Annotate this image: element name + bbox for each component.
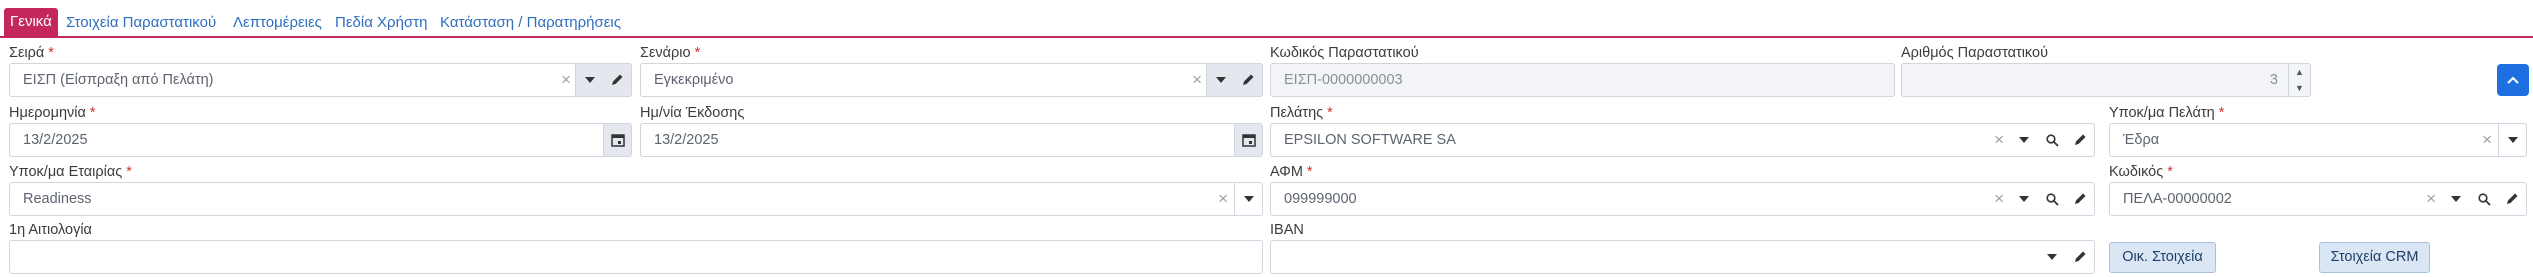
edit-pencil-icon[interactable]	[1234, 64, 1262, 96]
collapse-button[interactable]	[2497, 64, 2529, 96]
dropdown-icon[interactable]	[1206, 64, 1234, 96]
chevron-up-icon	[2507, 76, 2519, 84]
issue-date-label: Ημ/νία Έκδοσης	[640, 105, 745, 121]
scenario-field[interactable]: Εγκεκριμένο ×	[640, 63, 1263, 97]
company-branch-label: Υποκ/μα Εταιρίας *	[9, 164, 132, 180]
tab-document-details[interactable]: Στοιχεία Παραστατικού	[66, 10, 216, 36]
dropdown-icon[interactable]	[2038, 241, 2066, 273]
customer-branch-label: Υποκ/μα Πελάτη *	[2109, 105, 2225, 121]
customer-value: EPSILON SOFTWARE SA	[1284, 132, 1456, 148]
clear-icon[interactable]: ×	[1994, 183, 2004, 215]
edit-pencil-icon[interactable]	[2066, 183, 2094, 215]
vat-label: ΑΦΜ *	[1270, 164, 1313, 180]
financial-details-button[interactable]: Οικ. Στοιχεία	[2109, 242, 2216, 273]
code-field[interactable]: ΠΕΛΑ-00000002 ×	[2109, 182, 2527, 216]
edit-pencil-icon[interactable]	[2498, 183, 2526, 215]
customer-label: Πελάτης *	[1270, 105, 1333, 121]
dropdown-icon[interactable]	[2010, 124, 2038, 156]
calendar-icon[interactable]	[1234, 124, 1262, 156]
customer-branch-value: Έδρα	[2123, 132, 2160, 148]
dropdown-icon[interactable]	[575, 64, 603, 96]
dropdown-icon[interactable]	[2498, 124, 2526, 156]
edit-pencil-icon[interactable]	[2066, 124, 2094, 156]
reason-field[interactable]	[9, 240, 1263, 274]
code-label: Κωδικός *	[2109, 164, 2173, 180]
reason-label: 1η Αιτιολογία	[9, 222, 92, 238]
date-value: 13/2/2025	[23, 132, 88, 148]
search-icon[interactable]	[2038, 183, 2066, 215]
iban-label: IBAN	[1270, 222, 1304, 238]
doc-code-field: ΕΙΣΠ-0000000003	[1270, 63, 1895, 97]
company-branch-value: Readiness	[23, 191, 92, 207]
issue-date-value: 13/2/2025	[654, 132, 719, 148]
search-icon[interactable]	[2038, 124, 2066, 156]
date-label: Ημερομηνία *	[9, 105, 96, 121]
doc-code-label: Κωδικός Παραστατικού	[1270, 45, 1419, 61]
calendar-icon[interactable]	[603, 124, 631, 156]
iban-field[interactable]	[1270, 240, 2095, 274]
clear-icon[interactable]: ×	[561, 64, 571, 96]
dropdown-icon[interactable]	[2010, 183, 2038, 215]
stepper-up-icon[interactable]: ▲	[2289, 64, 2310, 80]
doc-number-field[interactable]: 3 ▲ ▼	[1901, 63, 2311, 97]
issue-date-field[interactable]: 13/2/2025	[640, 123, 1263, 157]
tab-bar: Γενικά Στοιχεία Παραστατικού Λεπτομέρειε…	[0, 6, 2533, 38]
crm-details-button[interactable]: Στοιχεία CRM	[2319, 242, 2430, 273]
clear-icon[interactable]: ×	[1994, 124, 2004, 156]
scenario-value: Εγκεκριμένο	[654, 72, 734, 88]
clear-icon[interactable]: ×	[1218, 183, 1228, 215]
company-branch-field[interactable]: Readiness ×	[9, 182, 1263, 216]
series-value: ΕΙΣΠ (Είσπραξη από Πελάτη)	[23, 72, 214, 88]
tab-details[interactable]: Λεπτομέρειες	[233, 10, 322, 36]
clear-icon[interactable]: ×	[1192, 64, 1202, 96]
doc-number-value: 3	[2269, 72, 2278, 88]
search-icon[interactable]	[2470, 183, 2498, 215]
tab-status-notes[interactable]: Κατάσταση / Παρατηρήσεις	[440, 10, 621, 36]
date-field[interactable]: 13/2/2025	[9, 123, 632, 157]
vat-value: 099999000	[1284, 191, 1357, 207]
clear-icon[interactable]: ×	[2482, 124, 2492, 156]
doc-code-value: ΕΙΣΠ-0000000003	[1284, 72, 1403, 88]
edit-pencil-icon[interactable]	[603, 64, 631, 96]
customer-branch-field[interactable]: Έδρα ×	[2109, 123, 2527, 157]
dropdown-icon[interactable]	[1234, 183, 1262, 215]
scenario-label: Σενάριο *	[640, 45, 701, 61]
code-value: ΠΕΛΑ-00000002	[2123, 191, 2232, 207]
tab-user-fields[interactable]: Πεδία Χρήστη	[335, 10, 427, 36]
series-label: Σειρά *	[9, 45, 54, 61]
dropdown-icon[interactable]	[2442, 183, 2470, 215]
tab-general[interactable]: Γενικά	[4, 8, 58, 36]
series-field[interactable]: ΕΙΣΠ (Είσπραξη από Πελάτη) ×	[9, 63, 632, 97]
customer-field[interactable]: EPSILON SOFTWARE SA ×	[1270, 123, 2095, 157]
number-stepper[interactable]: ▲ ▼	[2288, 64, 2310, 96]
stepper-down-icon[interactable]: ▼	[2289, 80, 2310, 96]
clear-icon[interactable]: ×	[2426, 183, 2436, 215]
edit-pencil-icon[interactable]	[2066, 241, 2094, 273]
vat-field[interactable]: 099999000 ×	[1270, 182, 2095, 216]
doc-number-label: Αριθμός Παραστατικού	[1901, 45, 2048, 61]
